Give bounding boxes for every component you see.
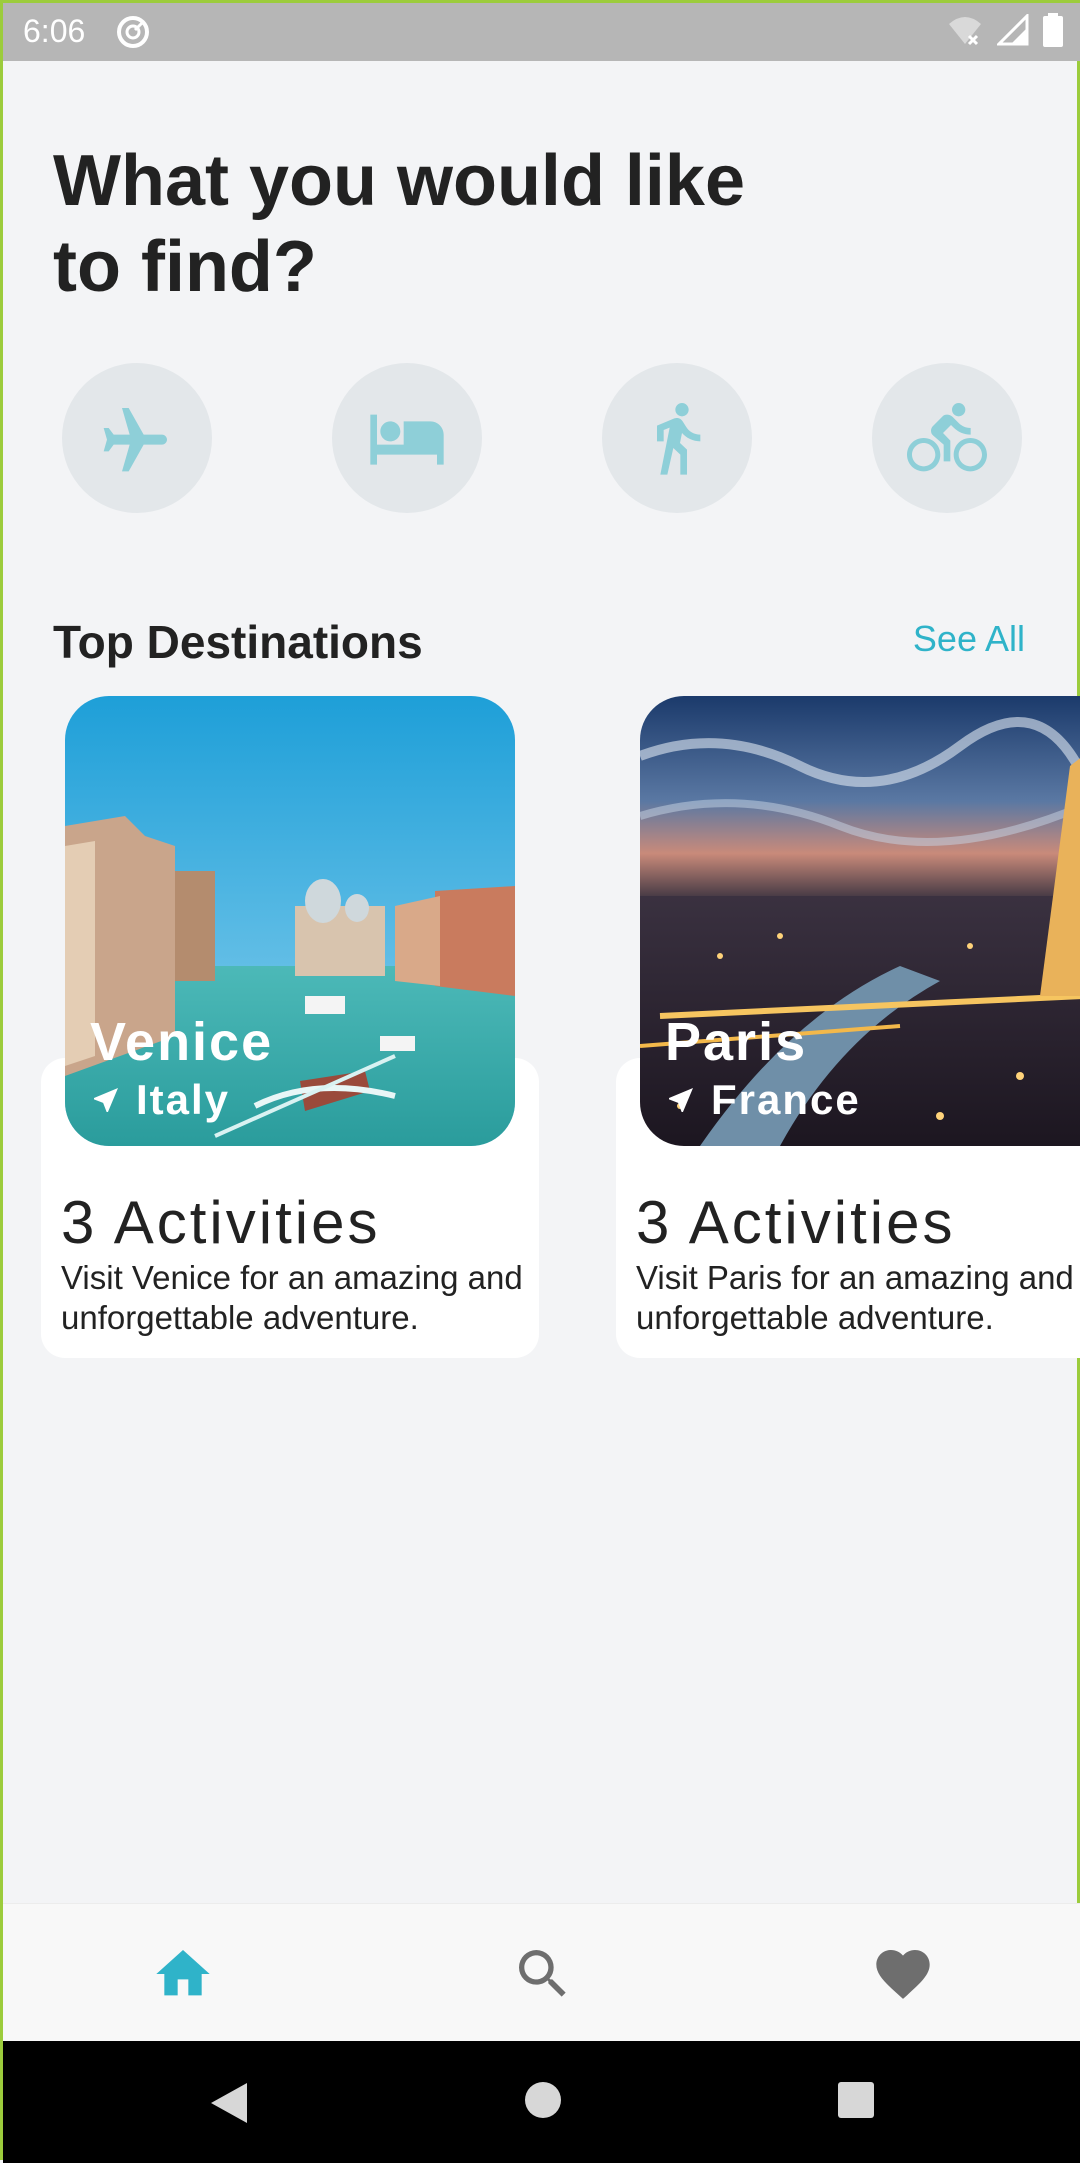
signal-icon — [997, 14, 1029, 46]
home-icon — [156, 1950, 210, 1996]
nav-favorites-button[interactable] — [871, 1942, 935, 2006]
status-bar: 6:06 — [3, 3, 1080, 61]
destination-image-paris[interactable]: Paris France — [640, 696, 1080, 1146]
destination-city-paris: Paris — [665, 1012, 808, 1072]
destination-city-venice: Venice — [90, 1012, 274, 1072]
bike-icon — [907, 403, 987, 472]
destination-country-venice: Italy — [136, 1076, 231, 1123]
section-title: Top Destinations — [53, 616, 423, 668]
status-time: 6:06 — [23, 13, 86, 49]
airplane-icon — [103, 408, 167, 472]
heart-icon — [876, 1950, 930, 1999]
search-icon — [519, 1950, 566, 1997]
category-hotel-button[interactable] — [332, 363, 482, 513]
home-circle-icon[interactable] — [524, 2081, 562, 2119]
nav-search-button[interactable] — [511, 1942, 575, 2006]
category-cycling-button[interactable] — [872, 363, 1022, 513]
nav-home-button[interactable] — [151, 1942, 215, 2006]
destination-country-paris: France — [711, 1076, 861, 1123]
location-arrow-icon — [669, 1088, 693, 1112]
category-flight-button[interactable] — [62, 363, 212, 513]
system-nav-bar — [3, 2041, 1080, 2163]
wifi-icon — [949, 17, 981, 46]
page-title: What you would like to find? — [53, 141, 746, 307]
destination-description-venice: Visit Venice for an amazing and unforget… — [61, 1259, 523, 1336]
destination-description-paris: Visit Paris for an amazing and unforgett… — [636, 1259, 1074, 1336]
bed-icon — [370, 414, 444, 465]
location-arrow-icon — [94, 1088, 118, 1112]
destination-country-row-paris: France — [665, 1076, 861, 1124]
walk-icon — [657, 403, 701, 475]
destination-activities-venice: 3 Activities — [61, 1189, 381, 1256]
see-all-link[interactable]: See All — [913, 618, 1025, 660]
sync-icon — [117, 16, 149, 48]
destination-country-row-venice: Italy — [90, 1076, 230, 1124]
recents-icon[interactable] — [837, 2081, 875, 2119]
bottom-nav — [3, 1903, 1080, 2042]
category-walking-button[interactable] — [602, 363, 752, 513]
destination-image-venice[interactable]: Venice Italy — [65, 696, 515, 1146]
back-icon[interactable] — [209, 2081, 249, 2125]
destination-activities-paris: 3 Activities — [636, 1189, 956, 1256]
battery-icon — [1043, 13, 1063, 47]
